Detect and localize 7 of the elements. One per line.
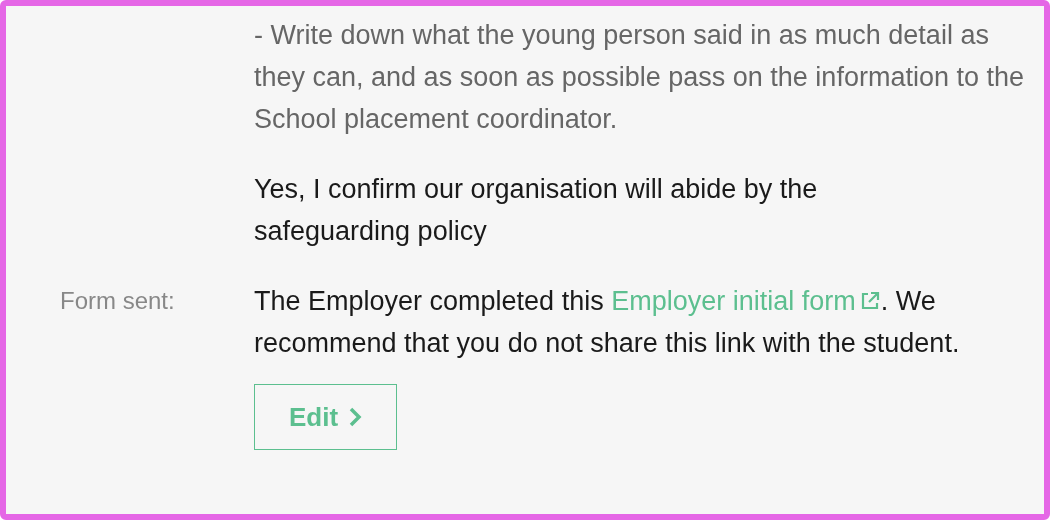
form-sent-text: The Employer completed this Employer initial form . We recommend that you do not share this link with the student. — [254, 280, 1034, 364]
chevron-right-icon — [348, 407, 363, 427]
confirmation-text: Yes, I confirm our organisation will abide by the safeguarding policy — [254, 173, 819, 248]
instruction-text: - Write down what the young person said in as much detail as they can, and as soon as possible pass on the information to the School placement coordinator. — [254, 19, 1025, 136]
form-link[interactable]: Employer initial form — [611, 280, 881, 322]
edit-button[interactable]: Edit — [254, 384, 397, 450]
field-label: Form sent: — [60, 287, 175, 314]
